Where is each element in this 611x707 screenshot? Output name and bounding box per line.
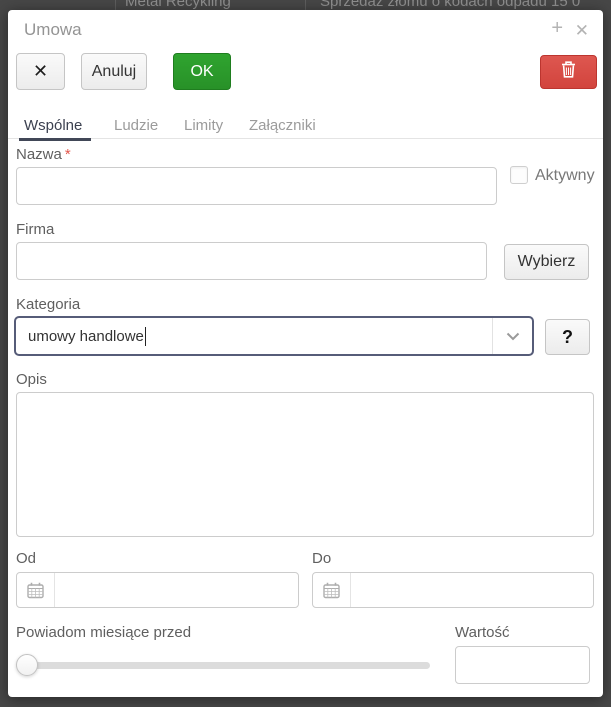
close-button[interactable]: ✕	[16, 53, 65, 90]
tab-ludzie[interactable]: Ludzie	[114, 111, 158, 139]
calendar-icon[interactable]	[313, 573, 351, 607]
cancel-button[interactable]: Anuluj	[81, 53, 147, 90]
wartosc-label: Wartość	[455, 624, 509, 641]
notify-months-slider[interactable]	[16, 662, 430, 669]
od-label: Od	[16, 550, 36, 567]
background-table: Metal Recykling Sprzedaż złomu o kodach …	[0, 0, 611, 10]
wybierz-button[interactable]: Wybierz	[504, 244, 589, 280]
tab-limity[interactable]: Limity	[184, 111, 223, 139]
do-input[interactable]	[351, 573, 593, 607]
slider-handle[interactable]	[16, 654, 38, 676]
od-date-field	[16, 572, 299, 608]
tab-zalaczniki[interactable]: Załączniki	[249, 111, 316, 139]
kategoria-value: umowy handlowe	[16, 328, 144, 345]
maximize-icon[interactable]: +	[551, 16, 563, 40]
background-column-divider	[115, 0, 116, 10]
kategoria-combobox[interactable]: umowy handlowe	[14, 316, 534, 356]
firma-input[interactable]	[16, 242, 487, 280]
aktywny-checkbox[interactable]	[510, 166, 528, 184]
background-cell: Metal Recykling	[125, 0, 231, 10]
do-date-field	[312, 572, 594, 608]
background-cell: Sprzedaż złomu o kodach odpadu 15 0	[320, 0, 580, 10]
tab-wspolne[interactable]: Wspólne	[24, 111, 82, 139]
powiadom-label: Powiadom miesiące przed	[16, 624, 191, 641]
nazwa-label: Nazwa*	[16, 146, 71, 163]
opis-textarea[interactable]	[16, 392, 594, 537]
nazwa-input[interactable]	[16, 167, 497, 205]
help-button[interactable]: ?	[545, 319, 590, 355]
ok-button[interactable]: OK	[173, 53, 231, 90]
text-cursor	[145, 327, 146, 346]
do-label: Do	[312, 550, 331, 567]
delete-button[interactable]	[540, 55, 597, 89]
calendar-icon[interactable]	[17, 573, 55, 607]
tab-bar: Wspólne Ludzie Limity Załączniki	[8, 111, 603, 139]
screen: Metal Recykling Sprzedaż złomu o kodach …	[0, 0, 611, 707]
od-input[interactable]	[55, 573, 298, 607]
required-asterisk: *	[65, 146, 71, 163]
dialog-title: Umowa	[24, 20, 82, 40]
firma-label: Firma	[16, 221, 54, 238]
kategoria-label: Kategoria	[16, 296, 80, 313]
opis-label: Opis	[16, 371, 47, 388]
chevron-down-icon[interactable]	[492, 318, 532, 354]
wartosc-input[interactable]	[455, 646, 590, 684]
background-column-divider	[305, 0, 306, 10]
umowa-dialog: Umowa + ✕ ✕ Anuluj OK Wspólne Ludzie Lim…	[8, 10, 603, 697]
trash-icon	[561, 61, 576, 83]
aktywny-label: Aktywny	[535, 167, 595, 185]
window-close-icon[interactable]: ✕	[575, 19, 589, 43]
